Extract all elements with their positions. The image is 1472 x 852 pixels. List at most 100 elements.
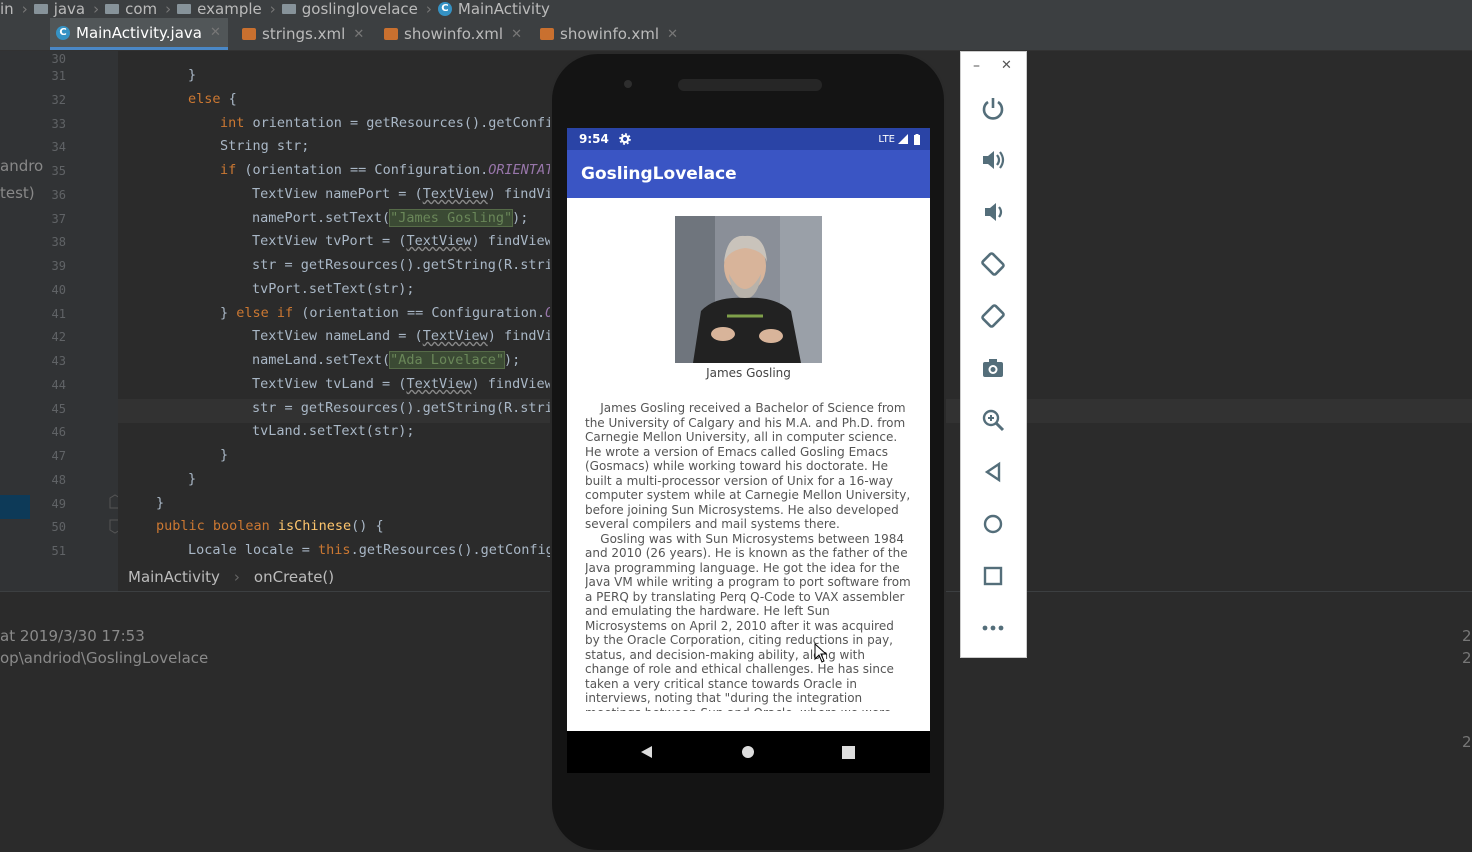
breadcrumb-item[interactable]: com <box>105 0 157 18</box>
folder-icon <box>281 4 296 14</box>
line-number: 48 <box>51 473 66 487</box>
xml-file-icon <box>384 28 398 40</box>
breadcrumb-label: goslinglovelace <box>301 0 418 18</box>
code-line: String str; <box>220 138 310 154</box>
breadcrumb-item[interactable]: in <box>0 0 14 18</box>
line-number: 43 <box>51 354 66 368</box>
tab-label: showinfo.xml <box>560 25 660 43</box>
folder-icon <box>33 4 48 14</box>
rotate-left-icon[interactable] <box>975 246 1011 282</box>
code-line: TextView namePort = (TextView) findVi <box>252 186 553 202</box>
back-icon[interactable] <box>975 454 1011 490</box>
line-number: 33 <box>51 117 66 131</box>
volume-down-icon[interactable] <box>975 194 1011 230</box>
line-number: 42 <box>51 330 66 344</box>
back-icon[interactable] <box>640 745 654 759</box>
settings-icon <box>619 133 631 145</box>
close-icon[interactable]: ✕ <box>511 27 522 42</box>
breadcrumb-label: MainActivity <box>457 0 550 18</box>
line-number: 49 <box>51 497 66 511</box>
code-editor[interactable]: } else { int orientation = getResources(… <box>118 51 558 564</box>
breadcrumb-label: example <box>197 0 262 18</box>
code-line: nameLand.setText("Ada Lovelace"); <box>252 351 521 369</box>
class-icon: C <box>56 25 70 40</box>
code-line: TextView tvPort = (TextView) findView <box>252 233 553 249</box>
method-crumb-method[interactable]: onCreate() <box>254 568 334 586</box>
volume-up-icon[interactable] <box>975 142 1011 178</box>
tab-showinfo-xml[interactable]: showinfo.xml ✕ <box>378 18 528 50</box>
android-nav-bar <box>567 731 930 773</box>
tab-label: MainActivity.java <box>76 23 202 42</box>
project-tree-text[interactable]: test) <box>0 184 35 202</box>
project-tree-text[interactable]: andro <box>0 157 43 175</box>
signal-icon <box>898 134 908 144</box>
breadcrumb-separator: › <box>269 0 276 18</box>
breadcrumb-label: java <box>53 0 86 18</box>
home-icon[interactable] <box>741 745 755 759</box>
line-number: 45 <box>51 402 66 416</box>
breadcrumb-label: in <box>0 0 14 18</box>
line-number: 37 <box>51 212 66 226</box>
status-time: 9:54 <box>579 132 609 146</box>
xml-file-icon <box>540 28 554 40</box>
tab-showinfo-xml-land[interactable]: showinfo.xml ✕ <box>534 18 684 50</box>
close-icon[interactable]: ✕ <box>667 27 678 42</box>
log-line-number: 2 <box>1462 649 1472 667</box>
more-icon[interactable] <box>975 610 1011 646</box>
breadcrumb-item[interactable]: goslinglovelace <box>281 0 418 18</box>
code-line: } <box>188 67 197 83</box>
log-line-number: 2 <box>1462 627 1472 645</box>
camera-icon[interactable] <box>975 350 1011 386</box>
line-number: 50 <box>51 520 66 534</box>
line-number: 38 <box>51 235 66 249</box>
tab-strings-xml[interactable]: strings.xml ✕ <box>236 18 370 50</box>
emulator-controls-panel: – ✕ <box>960 51 1027 658</box>
code-line: else { <box>188 91 237 107</box>
tab-label: showinfo.xml <box>404 25 504 43</box>
emulator-screen[interactable]: 9:54 LTE GoslingLovelace James Gosling J… <box>567 128 930 773</box>
breadcrumb-item[interactable]: C MainActivity <box>437 0 550 18</box>
photo-caption: James Gosling <box>706 366 791 380</box>
breadcrumb-item[interactable]: example <box>177 0 262 18</box>
recents-icon[interactable] <box>842 746 855 759</box>
line-number: 46 <box>51 425 66 439</box>
power-icon[interactable] <box>975 90 1011 126</box>
line-number: 32 <box>51 93 66 107</box>
battery-icon <box>914 133 920 145</box>
zoom-icon[interactable] <box>975 402 1011 438</box>
camera-dot <box>624 80 632 88</box>
rotate-right-icon[interactable] <box>975 298 1011 334</box>
line-number: 34 <box>51 140 66 154</box>
breadcrumb: in › java › com › example › goslinglovel… <box>0 0 1472 18</box>
code-line: int orientation = getResources().getConf… <box>220 115 554 131</box>
code-line: } else if (orientation == Configuration.… <box>220 305 553 321</box>
line-number: 41 <box>51 307 66 321</box>
status-bar: 9:54 LTE <box>567 128 930 150</box>
speaker-grille <box>678 79 822 91</box>
breadcrumb-separator: › <box>93 0 100 18</box>
overview-icon[interactable] <box>975 558 1011 594</box>
tab-label: strings.xml <box>262 25 346 43</box>
breadcrumb-separator: › <box>233 568 240 586</box>
code-line: } <box>156 495 165 511</box>
tab-mainactivity-java[interactable]: C MainActivity.java ✕ <box>50 18 228 50</box>
line-number: 44 <box>51 378 66 392</box>
log-line: at 2019/3/30 17:53 <box>0 627 145 645</box>
code-line: } <box>220 447 229 463</box>
method-breadcrumb: MainActivity › onCreate() <box>118 564 334 590</box>
code-line: Locale locale = this.getResources().getC… <box>188 542 554 558</box>
xml-file-icon <box>242 28 256 40</box>
code-line: } <box>188 471 197 487</box>
close-icon[interactable]: ✕ <box>1001 58 1012 73</box>
method-crumb-class[interactable]: MainActivity <box>128 568 220 586</box>
home-icon[interactable] <box>975 506 1011 542</box>
close-icon[interactable]: ✕ <box>353 27 364 42</box>
line-number: 39 <box>51 259 66 273</box>
close-icon[interactable]: ✕ <box>210 25 221 40</box>
breadcrumb-item[interactable]: java <box>33 0 86 18</box>
code-line: str = getResources().getString(R.stri <box>252 257 553 273</box>
project-selection[interactable] <box>0 495 30 519</box>
breadcrumb-separator: › <box>165 0 172 18</box>
minimize-icon[interactable]: – <box>973 58 980 74</box>
code-line: str = getResources().getString(R.stri <box>252 400 553 416</box>
